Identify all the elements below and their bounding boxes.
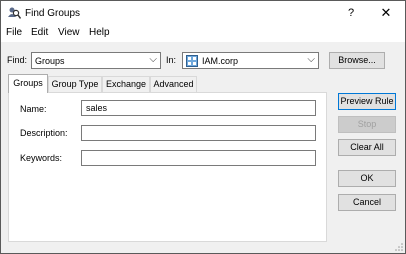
find-select[interactable]: Groups ⌵ (31, 52, 161, 69)
tab-advanced[interactable]: Advanced (150, 76, 197, 92)
preview-rule-button[interactable]: Preview Rule (338, 93, 396, 110)
menu-view[interactable]: View (58, 27, 80, 38)
name-field[interactable]: sales (81, 100, 316, 116)
menu-help[interactable]: Help (89, 27, 110, 38)
description-field[interactable] (81, 125, 316, 141)
browse-button[interactable]: Browse... (329, 52, 385, 69)
description-label: Description: (20, 128, 68, 138)
ok-button[interactable]: OK (338, 170, 396, 187)
in-label: In: (166, 55, 177, 65)
domain-icon (186, 55, 198, 67)
menu-bar: File Edit View Help (1, 25, 405, 42)
stop-button[interactable]: Stop (338, 116, 396, 133)
resize-grip-icon[interactable] (395, 243, 403, 251)
find-label: Find: (7, 55, 28, 65)
name-label: Name: (20, 104, 47, 114)
clear-all-button[interactable]: Clear All (338, 139, 396, 156)
help-button[interactable]: ? (341, 5, 361, 21)
menu-edit[interactable]: Edit (31, 27, 48, 38)
title-bar: Find Groups ? ✕ (1, 1, 405, 25)
menu-file[interactable]: File (6, 27, 22, 38)
chevron-down-icon: ⌵ (149, 54, 157, 65)
keywords-label: Keywords: (20, 153, 63, 163)
close-button[interactable]: ✕ (375, 5, 397, 21)
keywords-field[interactable] (81, 150, 316, 166)
find-select-value: Groups (35, 56, 65, 66)
find-groups-window: Find Groups ? ✕ File Edit View Help Find… (0, 0, 406, 254)
in-select[interactable]: IAM.corp ⌵ (182, 52, 319, 69)
window-title: Find Groups (25, 8, 81, 19)
in-select-value: IAM.corp (202, 56, 239, 66)
tab-groups[interactable]: Groups (8, 74, 48, 93)
name-field-value: sales (86, 103, 108, 113)
chevron-down-icon: ⌵ (307, 54, 315, 65)
cancel-button[interactable]: Cancel (338, 194, 396, 211)
tab-group-type[interactable]: Group Type (48, 76, 102, 92)
find-groups-icon (8, 7, 21, 19)
tab-exchange[interactable]: Exchange (102, 76, 150, 92)
